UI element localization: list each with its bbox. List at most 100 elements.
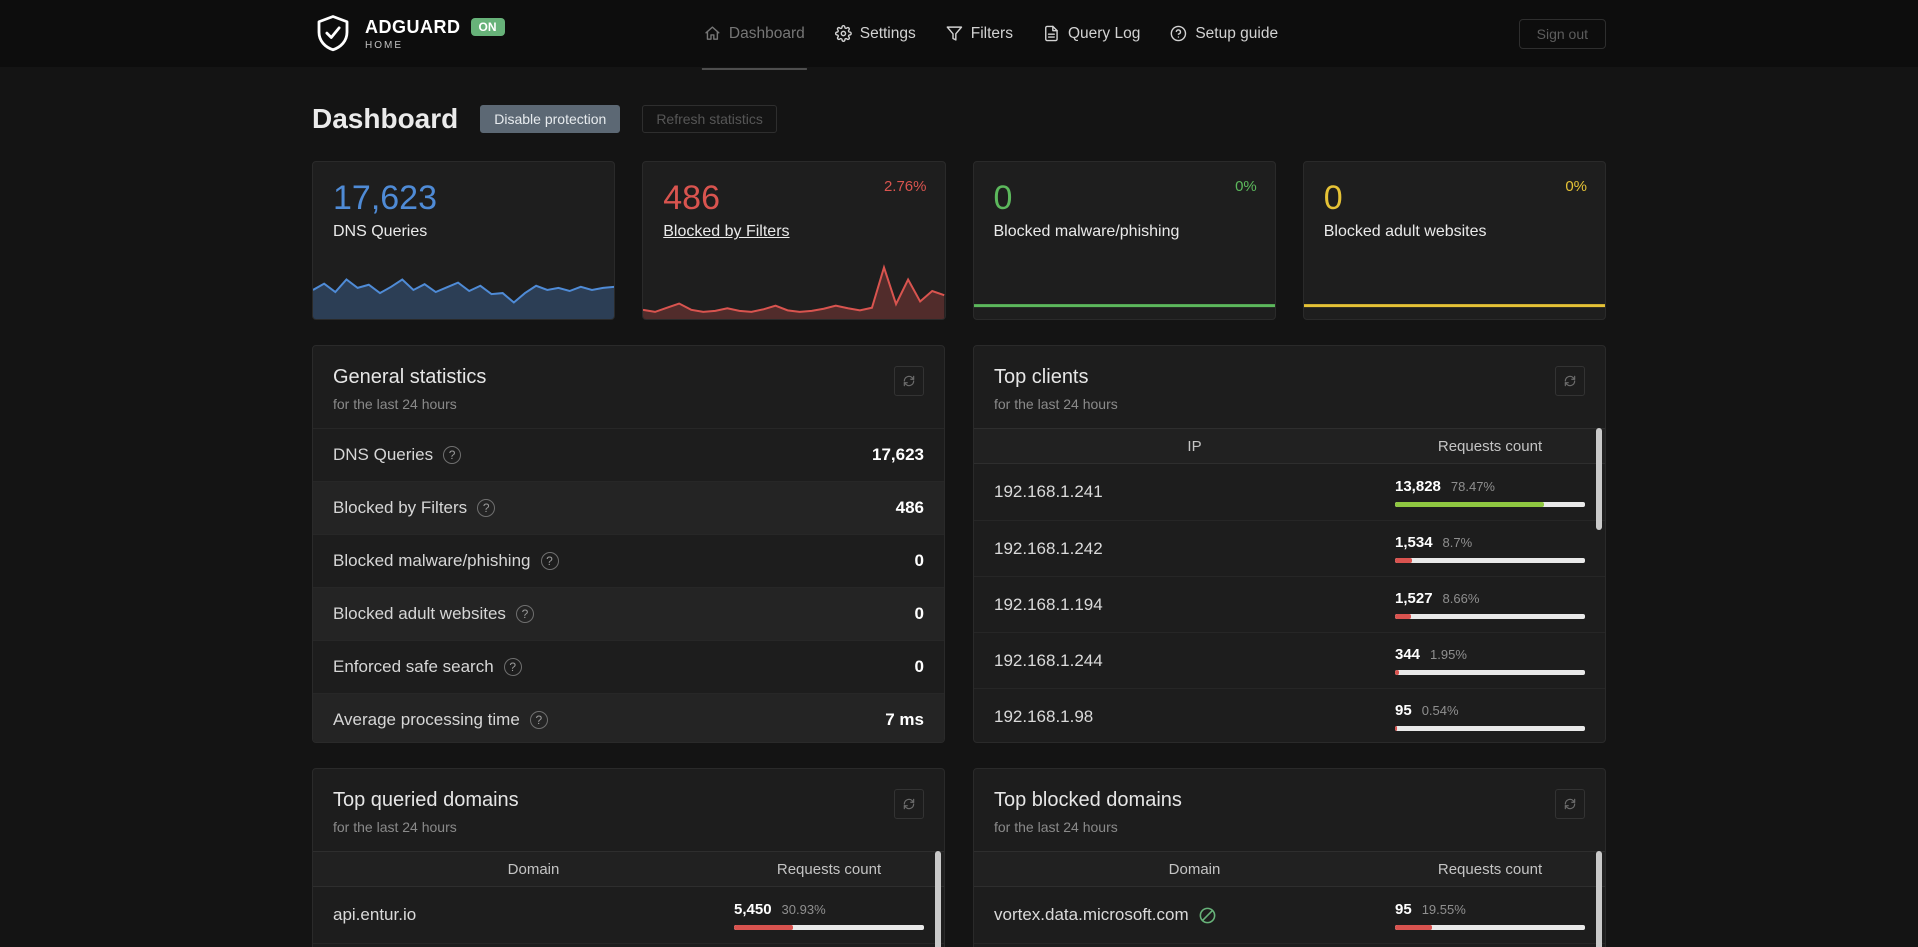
progress-bar	[1395, 924, 1585, 930]
dns-queries-sparkline	[313, 263, 615, 319]
nav-item-query-log[interactable]: Query Log	[1043, 0, 1140, 67]
blocked-filters-percent: 2.76%	[883, 178, 927, 195]
help-icon[interactable]: ?	[529, 711, 548, 729]
nav-item-label: Filters	[970, 24, 1013, 42]
nav-item-label: Query Log	[1067, 24, 1141, 42]
client-row: 192.168.1.244 344 1.95%	[974, 632, 1605, 688]
help-icon[interactable]: ?	[540, 552, 559, 570]
table-header-requests: Requests count	[776, 860, 882, 878]
refresh-card-button[interactable]	[1555, 789, 1585, 819]
blocked-domain-row	[974, 943, 1605, 947]
nav-item-dashboard[interactable]: Dashboard	[701, 0, 807, 70]
adguard-home-brand[interactable]: ADGUARD ON HOME	[312, 13, 505, 55]
help-circle-icon	[1171, 25, 1187, 42]
disable-protection-button[interactable]: Disable protection	[480, 105, 621, 133]
nav-item-label: Setup guide	[1195, 24, 1279, 42]
table-header-domain: Domain	[507, 860, 560, 878]
stats-value: 0	[914, 657, 924, 676]
table-header-requests: Requests count	[1437, 437, 1543, 455]
progress-bar-fill	[1395, 670, 1399, 675]
blocked-adult-percent: 0%	[1565, 178, 1587, 195]
refresh-card-button[interactable]	[894, 366, 924, 396]
scrollbar-thumb[interactable]	[1596, 851, 1602, 947]
progress-bar-fill	[1395, 558, 1412, 563]
nav-item-setup-guide[interactable]: Setup guide	[1170, 0, 1278, 67]
page-title: Dashboard	[312, 103, 459, 134]
protection-on-badge: ON	[470, 17, 505, 37]
client-ip: 192.168.1.98	[994, 706, 1094, 726]
stats-value: 0	[914, 551, 924, 570]
progress-bar	[1395, 614, 1585, 619]
blocked-adult-label[interactable]: Blocked adult websites	[1324, 223, 1487, 241]
requests-count: 5,450	[734, 900, 772, 918]
requests-percent: 78.47%	[1450, 478, 1495, 494]
card-subtitle: for the last 24 hours	[333, 396, 457, 412]
nav-item-label: Settings	[859, 24, 916, 42]
file-text-icon	[1045, 25, 1058, 42]
scrollbar-thumb[interactable]	[1596, 428, 1602, 530]
refresh-icon	[1564, 798, 1576, 810]
requests-percent: 1.95%	[1430, 647, 1467, 662]
client-ip: 192.168.1.194	[994, 594, 1103, 614]
scrollbar-thumb[interactable]	[935, 851, 941, 947]
help-icon[interactable]: ?	[477, 499, 496, 517]
filter-icon	[946, 26, 963, 41]
requests-count: 1,534	[1395, 534, 1433, 551]
blocked-malware-percent: 0%	[1235, 178, 1257, 195]
table-header-requests: Requests count	[1437, 860, 1543, 878]
page-header: Dashboard Disable protection Refresh sta…	[312, 103, 1606, 135]
refresh-statistics-button[interactable]: Refresh statistics	[642, 105, 777, 133]
refresh-icon	[903, 375, 915, 387]
nav-menu: Dashboard Settings Filters Query Log Set…	[701, 0, 1278, 70]
nav-item-filters[interactable]: Filters	[946, 0, 1013, 67]
blocked-filter-icon[interactable]	[1198, 906, 1217, 925]
refresh-card-button[interactable]	[1555, 366, 1585, 396]
stats-row: Enforced safe search ? 0	[313, 640, 944, 693]
client-row: 192.168.1.194 1,527 8.66%	[974, 576, 1605, 632]
dns-queries-value: 17,623	[333, 179, 437, 217]
requests-count: 95	[1395, 900, 1412, 918]
help-icon[interactable]: ?	[443, 446, 462, 464]
top-queried-domains-card: Top queried domains for the last 24 hour…	[312, 768, 945, 947]
stat-card-dns-queries: 17,623 DNS Queries	[312, 161, 616, 320]
help-icon[interactable]: ?	[503, 658, 522, 676]
progress-bar-fill	[1395, 924, 1433, 930]
blocked-malware-value: 0	[993, 179, 1013, 217]
stats-value: 486	[895, 498, 924, 517]
nav-item-label: Dashboard	[728, 24, 805, 42]
table-header-ip: IP	[1187, 437, 1202, 455]
top-clients-card: Top clients for the last 24 hours IP Req…	[973, 345, 1606, 743]
card-title: Top queried domains	[333, 789, 519, 811]
stats-value: 0	[914, 604, 924, 623]
dns-queries-label[interactable]: DNS Queries	[333, 223, 427, 241]
gear-icon	[834, 25, 852, 42]
top-clients-table: 192.168.1.241 13,828 78.47% 192.168.1.24…	[974, 464, 1605, 742]
refresh-card-button[interactable]	[894, 789, 924, 819]
blocked-malware-sparkline	[974, 263, 1275, 319]
brand-subtitle: HOME	[365, 39, 403, 51]
adguard-logo-icon	[317, 14, 349, 51]
stats-value: 7 ms	[885, 710, 924, 729]
client-ip: 192.168.1.241	[994, 482, 1103, 501]
progress-bar	[734, 924, 924, 930]
blocked-domain-row: vortex.data.microsoft.com 95 19.55%	[974, 887, 1605, 943]
blocked-malware-label[interactable]: Blocked malware/phishing	[994, 223, 1180, 241]
client-row: 192.168.1.241 13,828 78.47%	[974, 464, 1605, 520]
table-header-domain: Domain	[1168, 860, 1221, 878]
requests-percent: 0.54%	[1421, 703, 1459, 718]
domain-name: api.entur.io	[333, 905, 417, 924]
top-navbar: ADGUARD ON HOME Dashboard Settings Filte…	[0, 0, 1918, 70]
top-blocked-table-header: Domain Requests count	[974, 851, 1605, 887]
help-icon[interactable]: ?	[515, 605, 534, 623]
stats-label: Blocked malware/phishing	[333, 551, 531, 570]
blocked-adult-value: 0	[1323, 179, 1343, 217]
refresh-icon	[1564, 375, 1576, 387]
card-subtitle: for the last 24 hours	[333, 819, 457, 835]
stat-card-blocked-adult: 0% 0 Blocked adult websites	[1302, 161, 1606, 320]
sign-out-button[interactable]: Sign out	[1518, 18, 1606, 49]
blocked-filters-label[interactable]: Blocked by Filters	[663, 223, 789, 241]
requests-count: 95	[1395, 702, 1412, 719]
top-clients-table-header: IP Requests count	[974, 428, 1605, 464]
nav-item-settings[interactable]: Settings	[834, 0, 916, 67]
requests-percent: 30.93%	[781, 901, 826, 917]
